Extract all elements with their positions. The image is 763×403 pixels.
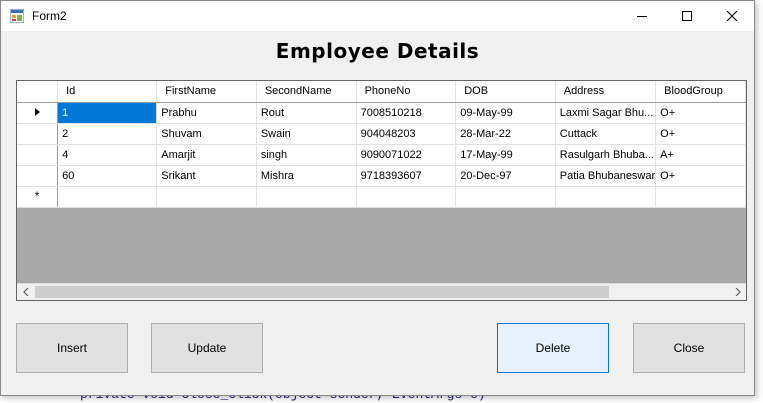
cell-address[interactable]: Patia Bhubaneswar: [555, 165, 657, 187]
cell-address[interactable]: Cuttack: [555, 123, 657, 145]
grid-table: Id FirstName SecondName PhoneNo DOB Addr…: [17, 81, 746, 208]
employee-datagrid[interactable]: Id FirstName SecondName PhoneNo DOB Addr…: [16, 80, 747, 301]
column-header-bloodgroup[interactable]: BloodGroup: [655, 81, 746, 103]
row-header[interactable]: *: [17, 186, 59, 208]
cell-phoneno[interactable]: [356, 186, 457, 208]
cell-id[interactable]: [57, 186, 158, 208]
cell-id[interactable]: 1: [57, 102, 158, 124]
table-row[interactable]: 60 Srikant Mishra 9718393607 20-Dec-97 P…: [17, 165, 746, 187]
cell-dob[interactable]: 20-Dec-97: [455, 165, 556, 187]
grid-corner-header[interactable]: [17, 81, 59, 103]
chevron-right-icon: [735, 288, 741, 296]
new-row-asterisk-icon: *: [34, 189, 40, 203]
row-header[interactable]: [17, 144, 59, 166]
cell-phoneno[interactable]: 9718393607: [356, 165, 457, 187]
cell-secondname[interactable]: [256, 186, 357, 208]
cell-firstname[interactable]: Srikant: [156, 165, 257, 187]
delete-button[interactable]: Delete: [497, 323, 609, 373]
cell-address[interactable]: Rasulgarh Bhuba...: [555, 144, 657, 166]
cell-dob[interactable]: 09-May-99: [455, 102, 556, 124]
app-icon: [10, 9, 24, 23]
insert-button[interactable]: Insert: [16, 323, 128, 373]
table-row[interactable]: 1 Prabhu Rout 7008510218 09-May-99 Laxmi…: [17, 102, 746, 124]
maximize-button[interactable]: [664, 1, 709, 31]
grid-header-row: Id FirstName SecondName PhoneNo DOB Addr…: [17, 81, 746, 103]
cell-address[interactable]: [555, 186, 657, 208]
cell-firstname[interactable]: Shuvam: [156, 123, 257, 145]
cell-dob[interactable]: 28-Mar-22: [455, 123, 556, 145]
column-header-secondname[interactable]: SecondName: [256, 81, 357, 103]
chevron-left-icon: [22, 288, 28, 296]
cell-bloodgroup[interactable]: O+: [655, 123, 746, 145]
cell-secondname[interactable]: Rout: [256, 102, 357, 124]
cell-phoneno[interactable]: 7008510218: [356, 102, 457, 124]
table-row[interactable]: 4 Amarjit singh 9090071022 17-May-99 Ras…: [17, 144, 746, 166]
title-bar[interactable]: Form2: [1, 1, 754, 31]
current-row-arrow-icon: [34, 107, 40, 116]
page-title: Employee Details: [275, 39, 480, 63]
cell-bloodgroup[interactable]: A+: [655, 144, 746, 166]
cell-secondname[interactable]: Mishra: [256, 165, 357, 187]
scrollbar-thumb[interactable]: [35, 286, 609, 298]
cell-address[interactable]: Laxmi Sagar Bhu...: [555, 102, 657, 124]
window-title: Form2: [32, 9, 67, 23]
cell-firstname[interactable]: Prabhu: [156, 102, 257, 124]
row-header[interactable]: [17, 165, 59, 187]
cell-dob[interactable]: [455, 186, 556, 208]
scroll-right-button[interactable]: [729, 284, 746, 300]
scroll-left-button[interactable]: [17, 284, 34, 300]
column-header-dob[interactable]: DOB: [455, 81, 556, 103]
table-row[interactable]: 2 Shuvam Swain 904048203 28-Mar-22 Cutta…: [17, 123, 746, 145]
cell-bloodgroup[interactable]: O+: [655, 102, 746, 124]
new-row[interactable]: *: [17, 186, 746, 208]
row-header[interactable]: [17, 123, 59, 145]
cell-secondname[interactable]: singh: [256, 144, 357, 166]
close-window-button[interactable]: [709, 1, 754, 31]
close-icon: [726, 11, 737, 21]
form2-window: Form2 Employee Details Id FirstName Seco…: [0, 0, 755, 396]
close-button[interactable]: Close: [633, 323, 745, 373]
horizontal-scrollbar[interactable]: [17, 283, 746, 300]
cell-dob[interactable]: 17-May-99: [455, 144, 556, 166]
cell-phoneno[interactable]: 904048203: [356, 123, 457, 145]
column-header-address[interactable]: Address: [555, 81, 657, 103]
row-header[interactable]: [17, 102, 59, 124]
cell-secondname[interactable]: Swain: [256, 123, 357, 145]
cell-firstname[interactable]: [156, 186, 257, 208]
cell-id[interactable]: 4: [57, 144, 158, 166]
column-header-id[interactable]: Id: [57, 81, 158, 103]
cell-bloodgroup[interactable]: [655, 186, 746, 208]
update-button[interactable]: Update: [151, 323, 263, 373]
minimize-button[interactable]: [619, 1, 664, 31]
cell-id[interactable]: 2: [57, 123, 158, 145]
minimize-icon: [636, 16, 647, 17]
cell-bloodgroup[interactable]: O+: [655, 165, 746, 187]
column-header-firstname[interactable]: FirstName: [156, 81, 257, 103]
column-header-phoneno[interactable]: PhoneNo: [356, 81, 457, 103]
cell-id[interactable]: 60: [57, 165, 158, 187]
maximize-icon: [681, 11, 692, 21]
cell-phoneno[interactable]: 9090071022: [356, 144, 457, 166]
cell-firstname[interactable]: Amarjit: [156, 144, 257, 166]
